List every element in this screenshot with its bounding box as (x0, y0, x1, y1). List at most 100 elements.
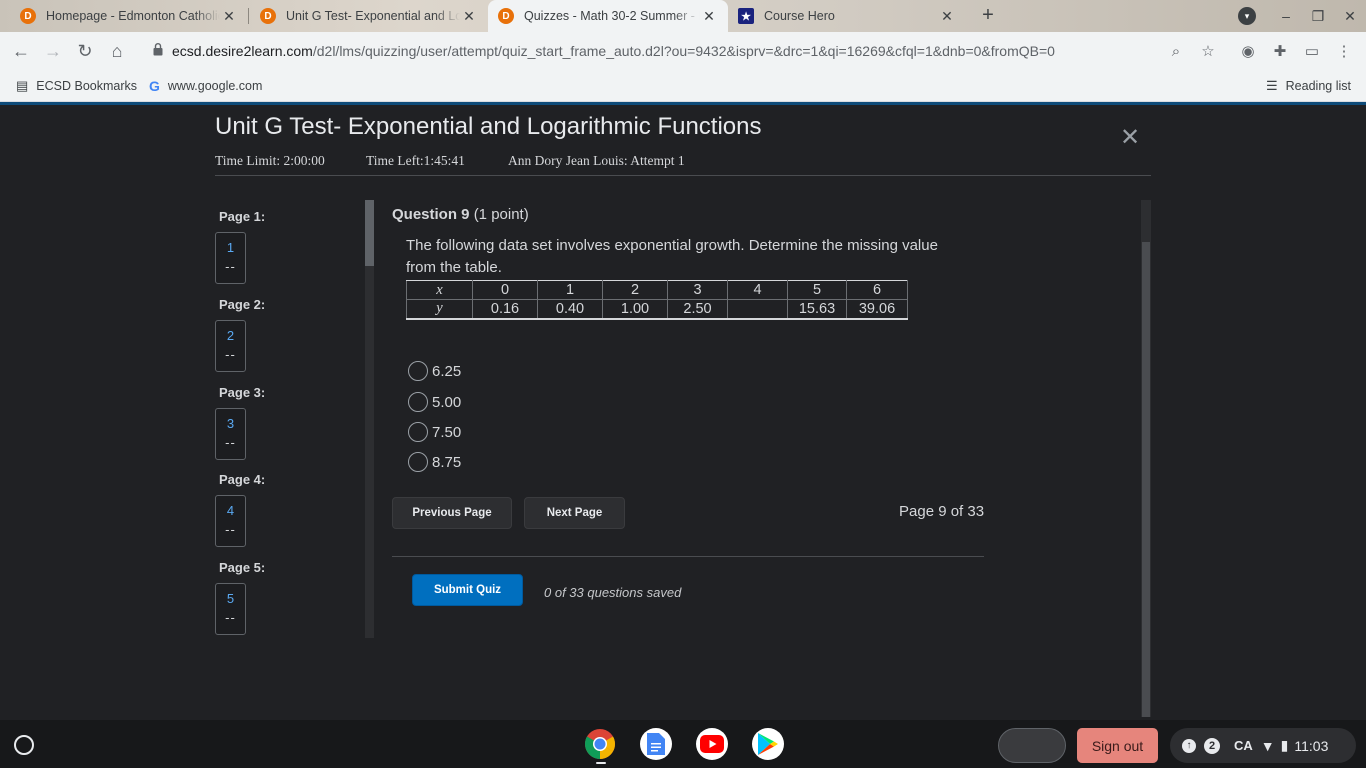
d2l-icon: D (260, 8, 276, 24)
next-page-button[interactable]: Next Page (524, 497, 625, 529)
close-tab-icon[interactable]: ✕ (700, 8, 718, 25)
radio-button[interactable] (408, 452, 428, 472)
table-cell: 1 (537, 280, 603, 300)
reload-icon[interactable]: ↻ (72, 38, 98, 64)
submit-quiz-button[interactable]: Submit Quiz (412, 574, 523, 606)
content-scrollbar[interactable] (1141, 200, 1151, 717)
page-link-2[interactable]: 2 -- (215, 320, 246, 372)
address-bar[interactable]: ecsd.desire2learn.com/d2l/lms/quizzing/u… (172, 43, 1055, 59)
launcher-icon[interactable] (14, 735, 34, 755)
page-nav-scrollbar[interactable] (365, 200, 374, 638)
youtube-app-icon[interactable] (696, 728, 728, 760)
menu-icon[interactable]: ⋮ (1333, 40, 1355, 62)
bookmark-google[interactable]: G www.google.com (149, 78, 262, 94)
row-header: x (406, 280, 473, 300)
radio-button[interactable] (408, 361, 428, 381)
cast-icon[interactable]: ▭ (1301, 40, 1323, 62)
page-status: -- (225, 435, 236, 450)
notification-count: 2 (1204, 737, 1220, 754)
lock-icon[interactable] (153, 43, 163, 56)
time-limit: Time Limit: 2:00:00 (215, 153, 325, 168)
previous-page-button[interactable]: Previous Page (392, 497, 512, 529)
tab-quizzes[interactable]: D Quizzes - Math 30-2 Summer - Ed ✕ (488, 0, 728, 32)
docs-app-icon[interactable] (640, 728, 672, 760)
tab-unit-g-test[interactable]: D Unit G Test- Exponential and Logarithm… (250, 0, 488, 32)
google-icon: G (149, 78, 160, 94)
extensions-icon[interactable]: ✚ (1269, 40, 1291, 62)
answer-option-3[interactable]: 7.50 (408, 422, 461, 442)
sign-out-button[interactable]: Sign out (1077, 728, 1158, 763)
bookmark-star-icon[interactable]: ☆ (1197, 40, 1219, 62)
close-tab-icon[interactable]: ✕ (220, 8, 238, 25)
option-label: 5.00 (432, 393, 462, 411)
page-label: Page 1: (219, 209, 266, 224)
profile-avatar-icon[interactable]: ◉ (1237, 40, 1259, 62)
table-row-y: y 0.16 0.40 1.00 2.50 15.63 39.06 (406, 299, 908, 320)
answer-option-4[interactable]: 8.75 (408, 452, 461, 472)
table-cell: 2.50 (667, 299, 728, 320)
page-label: Page 4: (219, 472, 266, 487)
question-text: The following data set involves exponent… (406, 237, 938, 276)
status-tray[interactable]: ↑ 2 CA ▼ ▮ 11:03 (1170, 728, 1356, 763)
forward-icon[interactable]: → (40, 38, 66, 64)
radio-button[interactable] (408, 392, 428, 412)
browser-toolbar: ← → ↻ ⌂ ecsd.desire2learn.com/d2l/lms/qu… (0, 32, 1366, 70)
page-link-5[interactable]: 5 -- (215, 583, 246, 635)
close-tab-icon[interactable]: ✕ (938, 8, 956, 25)
home-icon[interactable]: ⌂ (104, 38, 130, 64)
close-tab-icon[interactable]: ✕ (460, 8, 478, 25)
page-status: -- (225, 610, 236, 625)
answer-option-1[interactable]: 6.25 (408, 361, 461, 381)
bookmark-folder-ecsd[interactable]: ▤ ECSD Bookmarks (16, 78, 137, 94)
answer-option-2[interactable]: 5.00 (408, 392, 461, 412)
chrome-app-icon[interactable] (584, 728, 616, 760)
docs-icon (647, 733, 665, 755)
reading-list-button[interactable]: ☰ Reading list (1266, 78, 1351, 94)
scrollbar-thumb[interactable] (1142, 242, 1150, 717)
table-cell: 39.06 (846, 299, 908, 320)
d2l-icon: D (498, 8, 514, 24)
tab-title: Quizzes - Math 30-2 Summer - Ed (524, 9, 700, 23)
phone-hub-icon[interactable] (998, 728, 1066, 763)
page-label: Page 3: (219, 385, 266, 400)
battery-icon: ▮ (1280, 737, 1289, 753)
table-cell: 0.40 (537, 299, 603, 320)
tab-title: Unit G Test- Exponential and Logarithmic (286, 9, 460, 23)
time-left: Time Left:1:45:41 (366, 153, 465, 168)
table-cell: 6 (846, 280, 908, 300)
table-cell: 3 (667, 280, 728, 300)
tab-title: Course Hero (764, 9, 835, 23)
saved-status: 0 of 33 questions saved (544, 585, 682, 600)
minimize-icon[interactable]: – (1272, 0, 1300, 32)
question-number: Question 9 (392, 206, 470, 223)
page-status: -- (225, 259, 236, 274)
content-divider (392, 556, 984, 557)
zoom-icon[interactable]: ⌕ (1165, 40, 1187, 62)
table-cell-missing (727, 299, 788, 320)
close-quiz-icon[interactable]: ✕ (1120, 123, 1140, 152)
upload-icon: ↑ (1182, 738, 1196, 753)
tab-homepage[interactable]: D Homepage - Edmonton Catholic ✕ (0, 0, 248, 32)
scrollbar-thumb[interactable] (365, 200, 374, 266)
new-tab-button[interactable]: + (976, 4, 1000, 28)
back-icon[interactable]: ← (8, 38, 34, 64)
restore-icon[interactable]: ❐ (1304, 0, 1332, 32)
radio-button[interactable] (408, 422, 428, 442)
table-cell: 15.63 (787, 299, 847, 320)
page-link-4[interactable]: 4 -- (215, 495, 246, 547)
d2l-icon: D (20, 8, 36, 24)
reading-list-label: Reading list (1285, 79, 1351, 93)
url-path: /d2l/lms/quizzing/user/attempt/quiz_star… (312, 43, 1055, 59)
page-number: 3 (226, 416, 235, 431)
page-number: 1 (226, 240, 235, 255)
bookmark-label: ECSD Bookmarks (36, 79, 138, 93)
close-window-icon[interactable]: ✕ (1336, 0, 1364, 32)
play-store-icon (758, 733, 778, 755)
page-link-1[interactable]: 1 -- (215, 232, 246, 284)
coursehero-icon: ★ (738, 8, 754, 24)
page-link-3[interactable]: 3 -- (215, 408, 246, 460)
tab-search-icon[interactable]: ▾ (1238, 7, 1256, 25)
tab-course-hero[interactable]: ★ Course Hero ✕ (728, 0, 966, 32)
play-store-app-icon[interactable] (752, 728, 784, 760)
table-cell: 4 (727, 280, 788, 300)
